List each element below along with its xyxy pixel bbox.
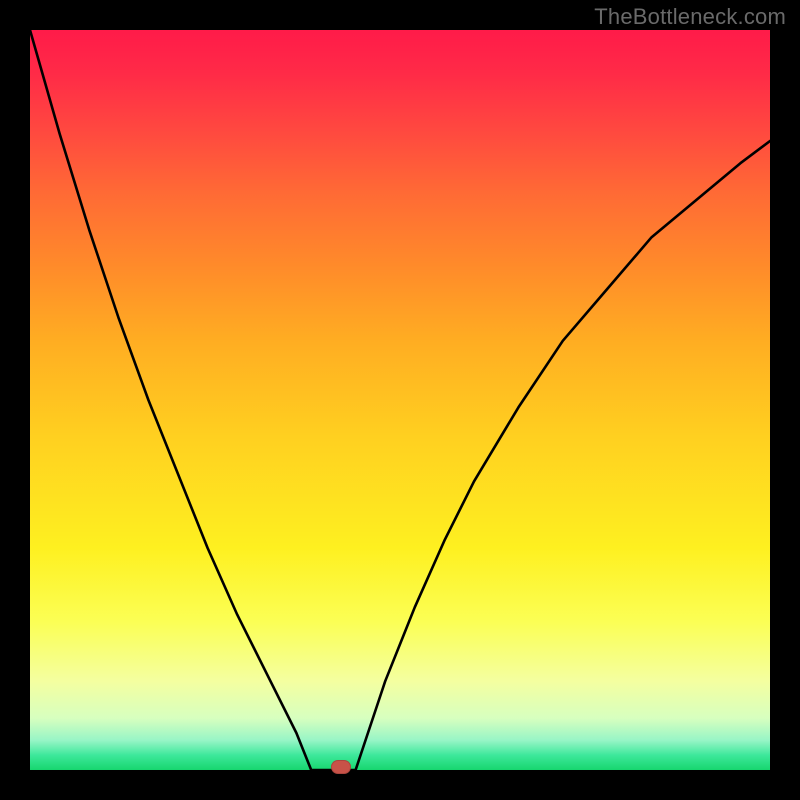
bottleneck-curve: [30, 30, 770, 770]
chart-frame: TheBottleneck.com: [0, 0, 800, 800]
current-point-marker: [331, 760, 351, 774]
watermark-text: TheBottleneck.com: [594, 4, 786, 30]
